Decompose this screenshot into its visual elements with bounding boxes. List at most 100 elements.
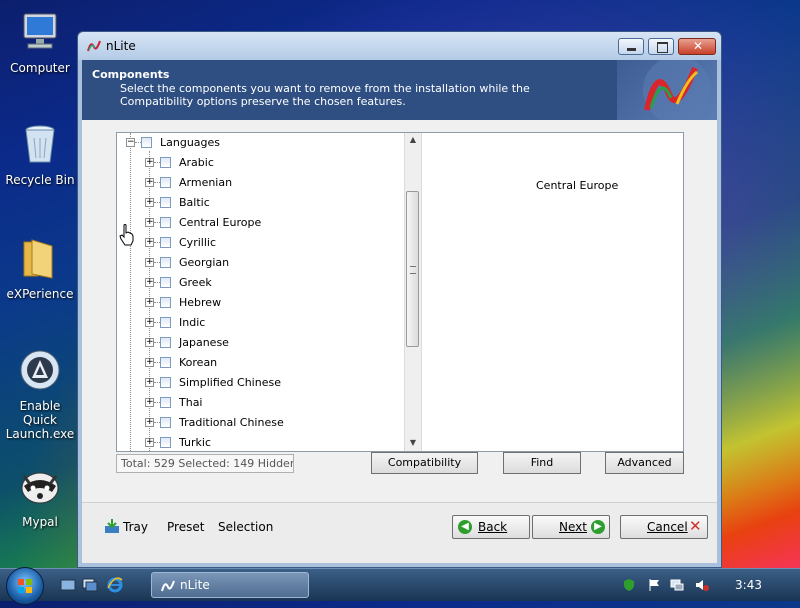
start-button[interactable] (6, 567, 44, 605)
taskbar-item-label: nLite (180, 578, 210, 592)
expand-icon[interactable]: + (145, 278, 154, 287)
grip-icon (410, 266, 416, 274)
window-titlebar[interactable]: nLite ✕ (78, 32, 721, 60)
desktop-icon-label: Computer (10, 61, 70, 75)
expand-icon[interactable]: + (145, 298, 154, 307)
tree-node[interactable]: + Indic (117, 313, 403, 333)
tree-checkbox[interactable] (160, 197, 171, 208)
tree-checkbox[interactable] (160, 297, 171, 308)
window-client: Components Select the components you wan… (82, 56, 717, 563)
tree-node[interactable]: + Georgian (117, 253, 403, 273)
tree-checkbox[interactable] (160, 397, 171, 408)
collapse-icon[interactable]: − (126, 138, 135, 147)
tree-node[interactable]: + Traditional Chinese (117, 413, 403, 433)
expand-icon[interactable]: + (145, 418, 154, 427)
taskbar-clock[interactable]: 3:43 (735, 578, 762, 592)
expand-icon[interactable]: + (145, 258, 154, 267)
tree-node-label: Central Europe (179, 216, 262, 229)
advanced-button[interactable]: Advanced (605, 452, 684, 474)
tree-checkbox[interactable] (160, 257, 171, 268)
expand-icon[interactable]: + (145, 198, 154, 207)
desktop-icon-label: Recycle Bin (5, 173, 75, 187)
tree-checkbox[interactable] (160, 337, 171, 348)
scroll-down-icon[interactable]: ▼ (405, 436, 421, 450)
expand-icon[interactable]: + (145, 318, 154, 327)
expand-icon[interactable]: + (145, 218, 154, 227)
compatibility-button[interactable]: Compatibility (371, 452, 478, 474)
expand-icon[interactable]: + (145, 358, 154, 367)
show-desktop-icon[interactable] (60, 577, 76, 593)
close-button[interactable]: ✕ (678, 38, 716, 55)
desktop-icon-recycle-bin[interactable]: Recycle Bin (2, 122, 78, 187)
tree-checkbox[interactable] (160, 157, 171, 168)
next-label: Next (559, 520, 587, 534)
scroll-thumb[interactable] (406, 191, 419, 347)
status-summary: Total: 529 Selected: 149 Hidden: 22 (116, 454, 294, 473)
tree-checkbox[interactable] (141, 137, 152, 148)
tree-node[interactable]: + Simplified Chinese (117, 373, 403, 393)
tray-link[interactable]: Tray (123, 520, 148, 534)
next-button[interactable]: Next ▶ (532, 515, 610, 539)
window-title: nLite (106, 39, 136, 53)
tree-node[interactable]: + Hebrew (117, 293, 403, 313)
expand-icon[interactable]: + (145, 338, 154, 347)
tree-node[interactable]: + Armenian (117, 173, 403, 193)
maximize-button[interactable] (648, 38, 674, 55)
switch-windows-icon[interactable] (82, 577, 98, 593)
tree-node[interactable]: + Arabic (117, 153, 403, 173)
close-icon: ✕ (693, 39, 704, 53)
expand-icon[interactable]: + (145, 178, 154, 187)
desktop-icon-computer[interactable]: Computer (2, 10, 78, 75)
find-button[interactable]: Find (503, 452, 581, 474)
tree-node[interactable]: + Baltic (117, 193, 403, 213)
internet-explorer-icon[interactable] (106, 576, 124, 594)
tree-checkbox[interactable] (160, 277, 171, 288)
tree-checkbox[interactable] (160, 317, 171, 328)
network-icon[interactable] (670, 578, 684, 592)
tree-node-label: Thai (179, 396, 203, 409)
action-center-flag-icon[interactable] (647, 578, 661, 592)
tree-node[interactable]: + Thai (117, 393, 403, 413)
desktop-icon-experience[interactable]: eXPerience (2, 236, 78, 301)
tree-checkbox[interactable] (160, 377, 171, 388)
scroll-up-icon[interactable]: ▲ (405, 133, 421, 147)
expand-icon[interactable]: + (145, 158, 154, 167)
tree-node[interactable]: + Turkic (117, 433, 403, 451)
security-shield-icon[interactable] (622, 578, 636, 592)
volume-muted-icon[interactable] (695, 578, 709, 592)
tree-node[interactable]: + Central Europe (117, 213, 403, 233)
tree-scrollbar[interactable]: ▲ ▼ (404, 133, 421, 451)
expand-icon[interactable]: + (145, 398, 154, 407)
tree-node-label: Korean (179, 356, 218, 369)
tree-checkbox[interactable] (160, 417, 171, 428)
cancel-label: Cancel (647, 520, 688, 534)
components-tree[interactable]: − Languages + Arabic + Armenian + Baltic + Cent… (117, 133, 405, 451)
cancel-x-icon: ✕ (689, 517, 702, 535)
desktop-icon-quick-launch[interactable]: Enable Quick Launch.exe (2, 348, 78, 441)
nlite-logo-icon (87, 40, 101, 52)
desktop-icon-mypal[interactable]: Mypal (2, 464, 78, 529)
minimize-button[interactable] (618, 38, 644, 55)
expand-icon[interactable]: + (145, 438, 154, 447)
tree-checkbox[interactable] (160, 177, 171, 188)
page-title: Components (92, 68, 170, 81)
expand-icon[interactable]: + (145, 238, 154, 247)
back-button[interactable]: ◀ Back (452, 515, 530, 539)
mypal-icon (21, 472, 59, 504)
tree-checkbox[interactable] (160, 237, 171, 248)
cancel-button[interactable]: Cancel ✕ (620, 515, 708, 539)
tree-node[interactable]: + Greek (117, 273, 403, 293)
next-arrow-icon: ▶ (591, 520, 605, 534)
tree-node[interactable]: + Cyrillic (117, 233, 403, 253)
tree-checkbox[interactable] (160, 357, 171, 368)
tree-node[interactable]: + Korean (117, 353, 403, 373)
tree-checkbox[interactable] (160, 217, 171, 228)
preset-link[interactable]: Preset (167, 520, 204, 534)
tree-node-languages[interactable]: − Languages (117, 133, 403, 153)
expand-icon[interactable]: + (145, 378, 154, 387)
tree-node[interactable]: + Japanese (117, 333, 403, 353)
tree-checkbox[interactable] (160, 437, 171, 448)
taskbar-item-nlite[interactable]: nLite (151, 572, 309, 598)
selection-link[interactable]: Selection (218, 520, 273, 534)
page-description: Select the components you want to remove… (120, 82, 530, 108)
